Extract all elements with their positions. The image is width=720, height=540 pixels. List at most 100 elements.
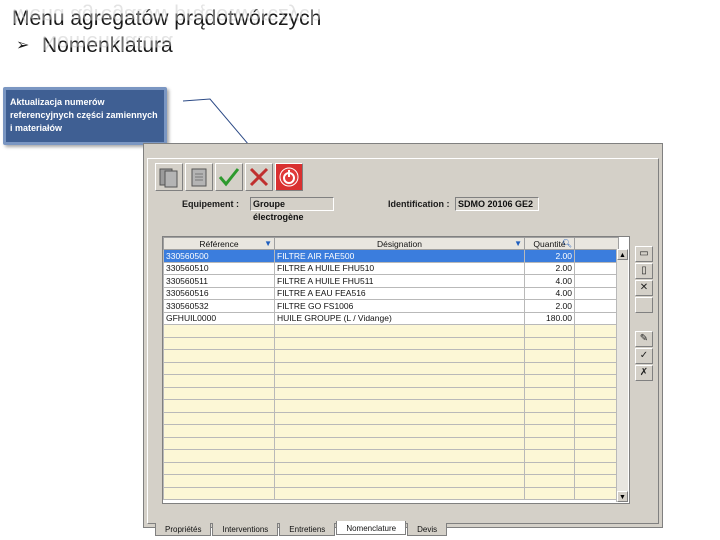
column-header-designation[interactable]: Désignation ▼ — [274, 237, 525, 250]
cell-empty[interactable] — [274, 461, 525, 475]
cell-empty[interactable] — [163, 361, 275, 375]
cell-empty[interactable] — [524, 411, 575, 425]
cell-empty[interactable] — [274, 424, 525, 438]
table-row[interactable]: 330560511 FILTRE A HUILE FHU511 4.00 — [163, 274, 619, 288]
cell-empty[interactable] — [163, 461, 275, 475]
cell-empty[interactable] — [274, 336, 525, 350]
cancel-button[interactable] — [245, 163, 273, 191]
filter-icon[interactable]: ▼ — [264, 239, 272, 248]
cell-designation[interactable]: FILTRE GO FS1006 — [274, 299, 525, 313]
blank-button[interactable] — [635, 297, 653, 313]
cell-empty[interactable] — [574, 486, 619, 500]
tab-proprits[interactable]: Propriétés — [155, 523, 212, 536]
cell-empty[interactable] — [274, 374, 525, 388]
cell-empty[interactable] — [524, 474, 575, 488]
table-row-empty[interactable] — [163, 349, 619, 363]
cell-designation[interactable]: FILTRE A EAU FEA516 — [274, 286, 525, 300]
cell-empty[interactable] — [574, 374, 619, 388]
table-row-empty[interactable] — [163, 399, 619, 413]
cell-empty[interactable] — [163, 424, 275, 438]
tab-interventions[interactable]: Interventions — [212, 523, 279, 536]
table-row-empty[interactable] — [163, 324, 619, 338]
cell-empty[interactable] — [574, 324, 619, 338]
cell-quantite[interactable]: 2.00 — [524, 299, 575, 313]
cell-reference[interactable]: 330560500 — [163, 249, 275, 263]
table-row[interactable]: 330560510 FILTRE A HUILE FHU510 2.00 — [163, 261, 619, 275]
cell-designation[interactable]: FILTRE A HUILE FHU510 — [274, 261, 525, 275]
cell-quantite[interactable]: 2.00 — [524, 261, 575, 275]
table-row[interactable]: GFHUIL0000 HUILE GROUPE (L / Vidange) 180.… — [163, 311, 619, 325]
cell-empty[interactable] — [524, 424, 575, 438]
table-row-empty[interactable] — [163, 461, 619, 475]
cell-empty[interactable] — [274, 411, 525, 425]
cell-reference[interactable]: 330560516 — [163, 286, 275, 300]
cell-empty[interactable] — [274, 349, 525, 363]
cell-empty[interactable] — [524, 386, 575, 400]
cell-empty[interactable] — [163, 336, 275, 350]
tab-devis[interactable]: Devis — [407, 523, 448, 536]
cell-quantite[interactable]: 4.00 — [524, 286, 575, 300]
cell-empty[interactable] — [524, 336, 575, 350]
copy-button[interactable] — [155, 163, 183, 191]
cell-empty[interactable] — [524, 361, 575, 375]
cell-empty[interactable] — [274, 399, 525, 413]
cell-empty[interactable] — [524, 461, 575, 475]
cell-empty[interactable] — [574, 436, 619, 450]
cell-empty[interactable] — [274, 386, 525, 400]
cell-empty[interactable] — [524, 486, 575, 500]
cell-reference[interactable]: GFHUIL0000 — [163, 311, 275, 325]
identification-field[interactable]: SDMO 20106 GE2 — [455, 197, 539, 211]
cell-empty[interactable] — [163, 411, 275, 425]
cell-empty[interactable] — [524, 449, 575, 463]
table-row-empty[interactable] — [163, 374, 619, 388]
cell-empty[interactable] — [163, 349, 275, 363]
table-row-empty[interactable] — [163, 361, 619, 375]
cell-quantite[interactable]: 180.00 — [524, 311, 575, 325]
doc-button[interactable]: ▯ — [635, 263, 653, 279]
cell-designation[interactable]: HUILE GROUPE (L / Vidange) — [274, 311, 525, 325]
filter-icon[interactable]: ▼ — [514, 239, 522, 248]
cell-empty[interactable] — [163, 436, 275, 450]
cell-empty[interactable] — [574, 424, 619, 438]
cell-empty[interactable] — [524, 399, 575, 413]
cell-empty[interactable] — [524, 324, 575, 338]
scroll-up-arrow-icon[interactable]: ▲ — [617, 249, 628, 260]
cell-designation[interactable]: FILTRE A HUILE FHU511 — [274, 274, 525, 288]
delete-x-button[interactable]: ✕ — [635, 280, 653, 296]
validate-button[interactable]: ✓ — [635, 348, 653, 364]
scroll-down-arrow-icon[interactable]: ▼ — [617, 491, 628, 502]
cell-empty[interactable] — [524, 436, 575, 450]
cell-quantite[interactable]: 4.00 — [524, 274, 575, 288]
cell-empty[interactable] — [274, 449, 525, 463]
cell-empty[interactable] — [274, 486, 525, 500]
table-row[interactable]: 330560516 FILTRE A EAU FEA516 4.00 — [163, 286, 619, 300]
table-row-empty[interactable] — [163, 436, 619, 450]
cell-empty[interactable] — [574, 449, 619, 463]
table-row-empty[interactable] — [163, 411, 619, 425]
validate-button[interactable] — [215, 163, 243, 191]
cell-empty[interactable] — [163, 449, 275, 463]
table-row-empty[interactable] — [163, 486, 619, 500]
cell-empty[interactable] — [163, 474, 275, 488]
cell-empty[interactable] — [163, 386, 275, 400]
cell-empty[interactable] — [574, 361, 619, 375]
search-icon[interactable]: 🔍︎ — [562, 239, 572, 248]
tab-nomenclature[interactable]: Nomenclature — [336, 521, 407, 535]
cell-empty[interactable] — [524, 374, 575, 388]
equipment-field[interactable]: Groupe électrogène — [250, 197, 334, 222]
table-row-empty[interactable] — [163, 449, 619, 463]
cell-reference[interactable]: 330560511 — [163, 274, 275, 288]
cell-empty[interactable] — [163, 324, 275, 338]
column-header-quantite[interactable]: Quantité 🔍︎ — [524, 237, 575, 250]
cell-reference[interactable]: 330560510 — [163, 261, 275, 275]
exit-button[interactable] — [275, 163, 303, 191]
cell-quantite[interactable]: 2.00 — [524, 249, 575, 263]
cell-reference[interactable]: 330560532 — [163, 299, 275, 313]
cell-empty[interactable] — [574, 386, 619, 400]
new-doc-button[interactable]: ▭ — [635, 246, 653, 262]
table-row[interactable]: 330560532 FILTRE GO FS1006 2.00 — [163, 299, 619, 313]
eraser-button[interactable]: ✎ — [635, 331, 653, 347]
cancel-button[interactable]: ✗ — [635, 365, 653, 381]
cell-empty[interactable] — [574, 336, 619, 350]
column-header-reference[interactable]: Référence ▼ — [163, 237, 275, 250]
